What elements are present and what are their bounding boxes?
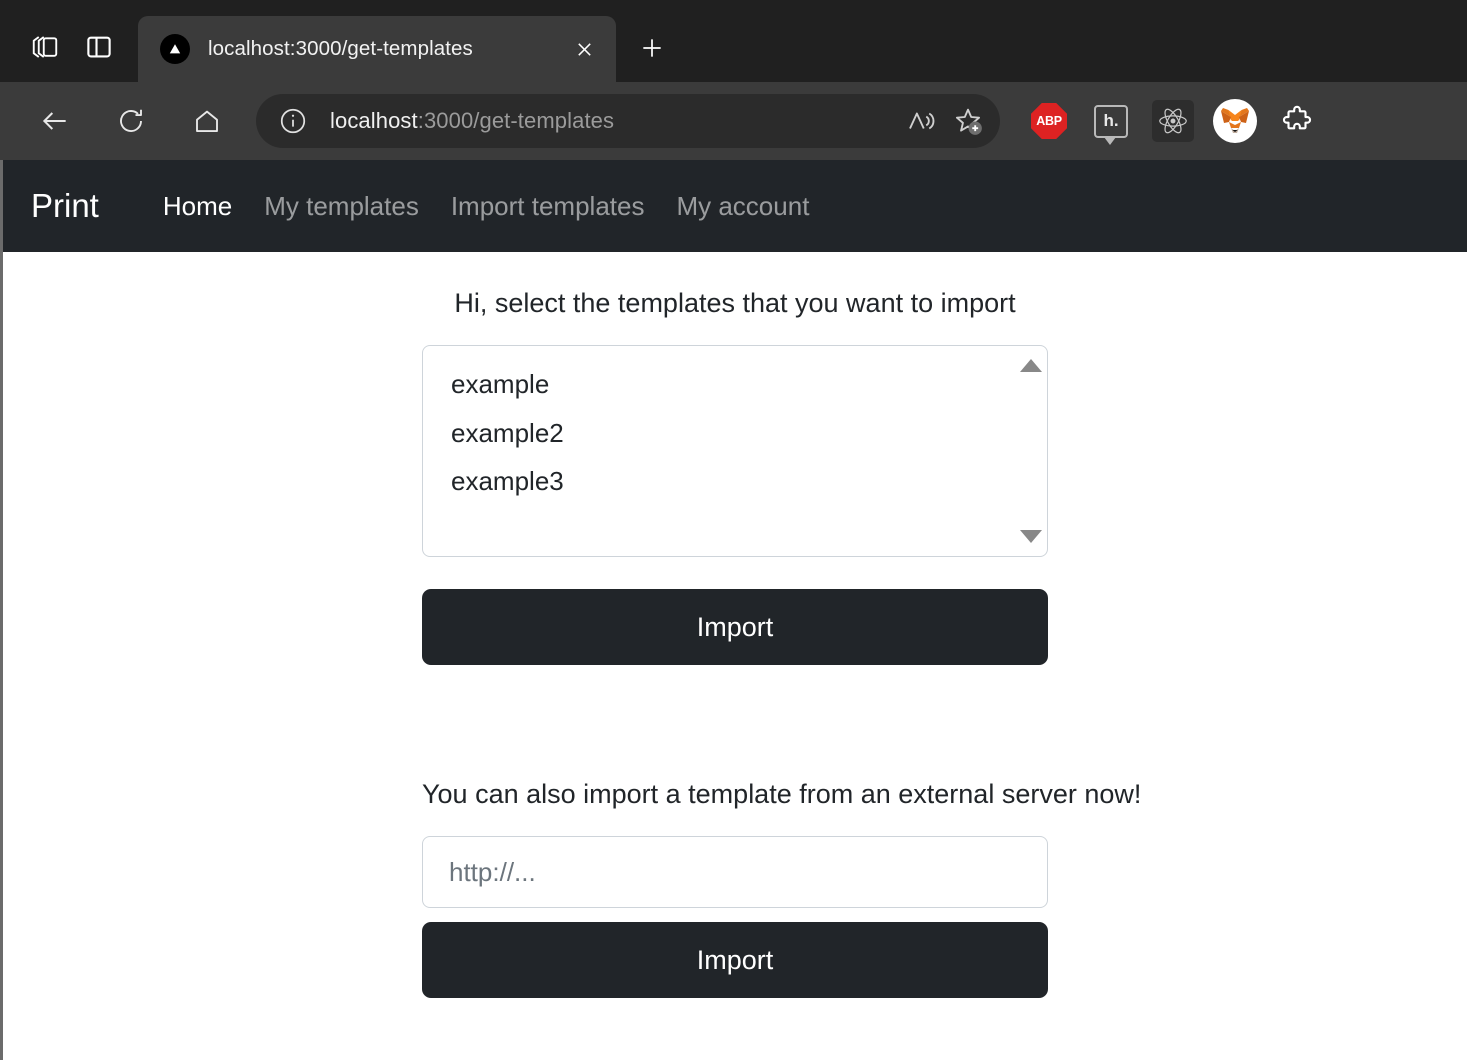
site-navbar: Print Home My templates Import templates… <box>3 160 1467 252</box>
react-devtools-extension-icon[interactable] <box>1142 94 1204 148</box>
address-bar-host: localhost <box>330 108 418 133</box>
import-external-button[interactable]: Import <box>422 922 1048 998</box>
hypothesis-extension-icon[interactable]: h. <box>1080 94 1142 148</box>
address-bar-path: :3000/get-templates <box>417 108 615 133</box>
import-heading: Hi, select the templates that you want t… <box>454 288 1016 318</box>
metamask-extension-icon[interactable] <box>1204 94 1266 148</box>
back-arrow-icon[interactable] <box>28 94 82 148</box>
browser-window: localhost:3000/get-templates localhost:3… <box>0 0 1467 1060</box>
list-item[interactable]: example <box>423 360 1047 409</box>
nextjs-triangle-favicon <box>160 34 190 64</box>
react-atom-icon <box>1152 100 1194 142</box>
extension-toolbar: ABP h. <box>1018 94 1328 148</box>
external-url-input[interactable] <box>422 836 1048 908</box>
home-icon[interactable] <box>180 94 234 148</box>
hypothesis-badge: h. <box>1094 104 1128 145</box>
navbar-links: Home My templates Import templates My ac… <box>147 191 826 222</box>
import-selected-button[interactable]: Import <box>422 589 1048 665</box>
tab-strip: localhost:3000/get-templates <box>0 0 1467 82</box>
scroll-up-arrow-icon[interactable] <box>1020 359 1042 372</box>
extensions-puzzle-icon[interactable] <box>1266 94 1328 148</box>
navbar-brand[interactable]: Print <box>31 187 99 225</box>
scroll-down-arrow-icon[interactable] <box>1020 530 1042 543</box>
nav-link-import-templates[interactable]: Import templates <box>435 191 661 222</box>
templates-listbox[interactable]: example example2 example3 <box>422 345 1048 557</box>
refresh-icon[interactable] <box>104 94 158 148</box>
adblock-plus-extension-icon[interactable]: ABP <box>1018 94 1080 148</box>
close-icon[interactable] <box>566 31 602 67</box>
nav-link-my-account[interactable]: My account <box>660 191 825 222</box>
page-content: Hi, select the templates that you want t… <box>3 252 1467 998</box>
browser-toolbar: localhost:3000/get-templates ABP h. <box>0 82 1467 160</box>
list-item[interactable]: example3 <box>423 457 1047 506</box>
tab-actions-icon[interactable] <box>18 20 72 74</box>
abp-badge: ABP <box>1031 103 1067 139</box>
address-bar-url: localhost:3000/get-templates <box>330 108 896 134</box>
browser-tab[interactable]: localhost:3000/get-templates <box>138 16 616 82</box>
metamask-fox-icon <box>1213 99 1257 143</box>
info-circle-icon[interactable] <box>278 106 308 136</box>
split-screen-icon[interactable] <box>72 20 126 74</box>
star-add-icon[interactable] <box>944 97 992 145</box>
external-import-section: You can also import a template from an e… <box>422 779 1142 998</box>
list-item[interactable]: example2 <box>423 409 1047 458</box>
external-import-heading: You can also import a template from an e… <box>422 779 1142 809</box>
new-tab-button[interactable] <box>628 24 676 72</box>
nav-link-my-templates[interactable]: My templates <box>248 191 435 222</box>
page-viewport: Print Home My templates Import templates… <box>0 160 1467 1060</box>
address-bar[interactable]: localhost:3000/get-templates <box>256 94 1000 148</box>
tab-title: localhost:3000/get-templates <box>208 37 473 60</box>
read-aloud-icon[interactable] <box>896 97 944 145</box>
listbox-scrollbar[interactable] <box>1018 349 1044 553</box>
nav-link-home[interactable]: Home <box>147 191 248 222</box>
import-templates-section: Hi, select the templates that you want t… <box>422 288 1048 665</box>
